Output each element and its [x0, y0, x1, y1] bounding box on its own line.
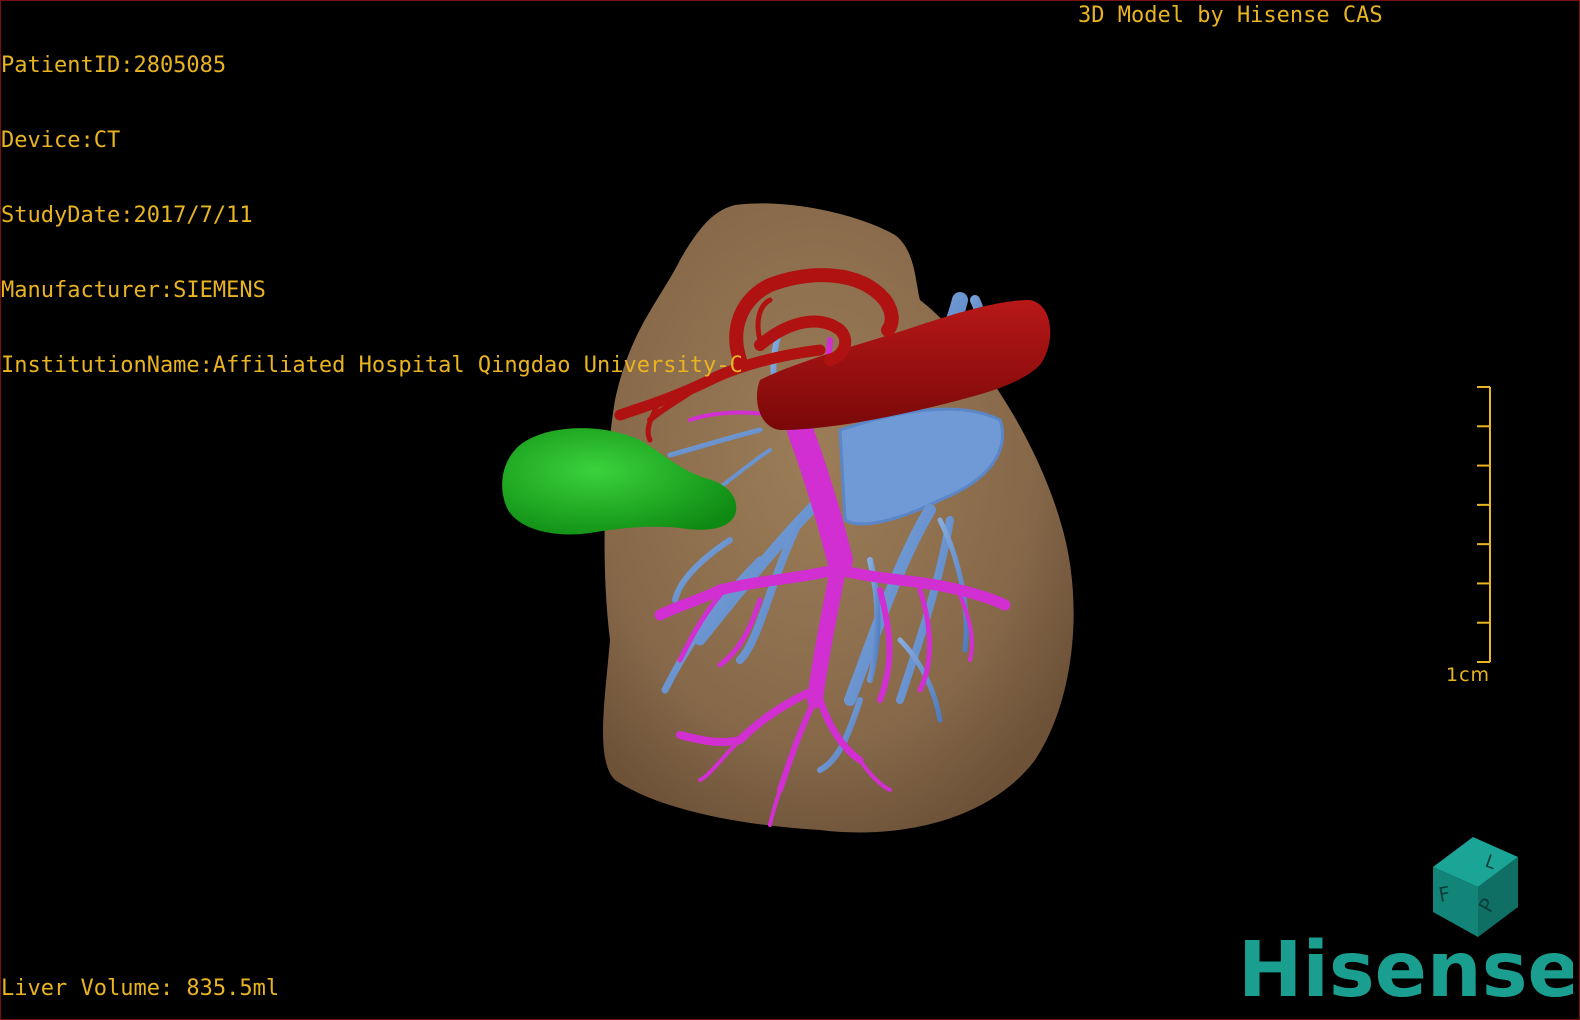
study-info-panel: PatientID:2805085 Device:CT StudyDate:20…	[1, 3, 743, 403]
institution-name: InstitutionName:Affiliated Hospital Qing…	[1, 353, 743, 378]
scale-bar-label: 1cm	[1446, 664, 1491, 686]
brand-wordmark: Hisense	[1238, 930, 1573, 1010]
model-credit: 3D Model by Hisense CAS	[1078, 3, 1383, 28]
study-date: StudyDate:2017/7/11	[1, 203, 253, 228]
orientation-cube[interactable]: F L P	[1418, 832, 1528, 942]
scale-bar-ticks	[1477, 386, 1490, 663]
scale-bar	[1477, 386, 1491, 663]
patient-id: PatientID:2805085	[1, 53, 227, 78]
manufacturer: Manufacturer:SIEMENS	[1, 278, 266, 303]
hisense-logo: Hisense	[1238, 930, 1573, 1010]
device: Device:CT	[1, 128, 121, 153]
liver-volume-readout: Liver Volume: 835.5ml	[1, 976, 280, 1001]
